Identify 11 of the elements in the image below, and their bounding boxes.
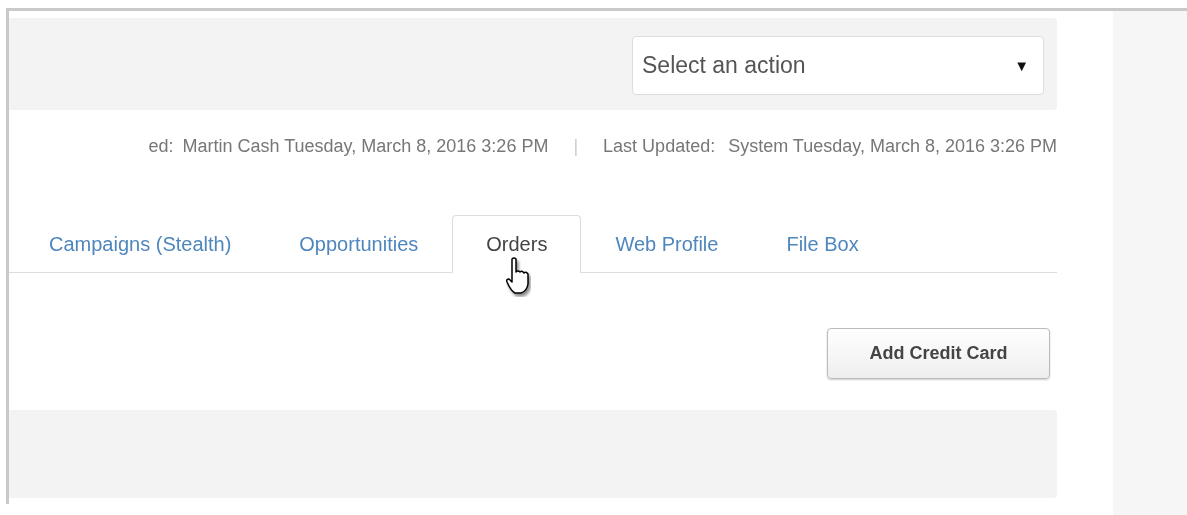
separator: | — [573, 135, 579, 157]
action-select[interactable]: Select an action ▼ — [632, 36, 1044, 95]
meta-text: System Tuesday, March 8, 2016 3:26 PM — [728, 135, 1057, 157]
meta-text: Martin Cash Tuesday, March 8, 2016 3:26 PM — [182, 135, 549, 157]
tab[interactable]: Opportunities — [265, 215, 453, 273]
add-credit-card-button[interactable]: Add Credit Card — [827, 328, 1050, 379]
tab[interactable]: Campaigns (Stealth) — [15, 215, 266, 273]
tab[interactable]: File Box — [752, 215, 893, 273]
meta-text: ed: — [148, 135, 174, 157]
meta-label: Last Updated: — [603, 135, 716, 157]
tab[interactable]: Web Profile — [581, 215, 753, 273]
